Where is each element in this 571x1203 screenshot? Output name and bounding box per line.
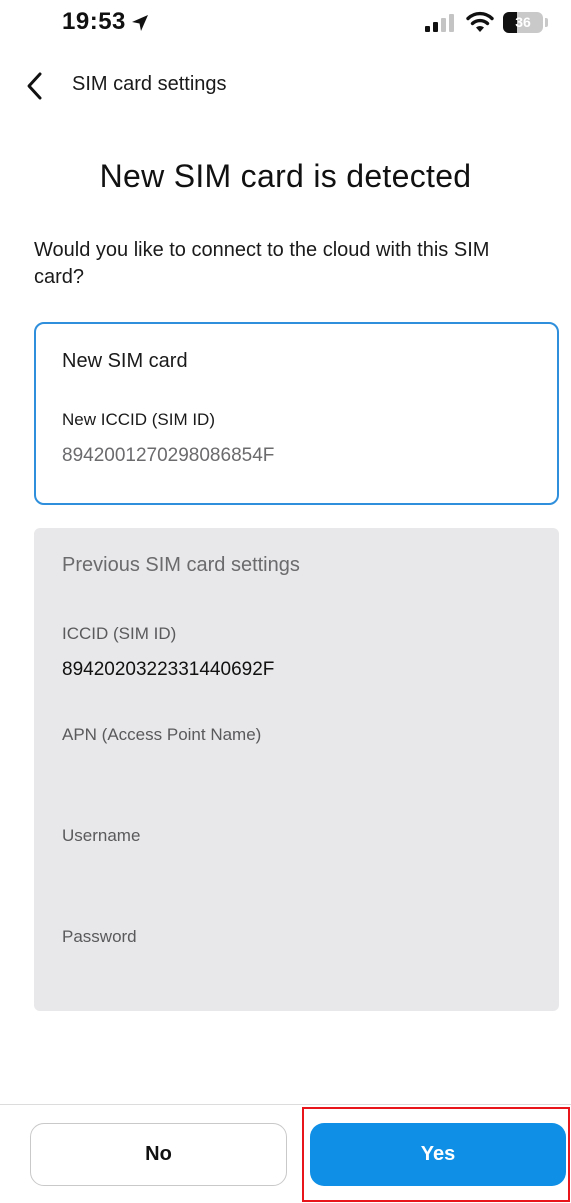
battery-tip [545,18,548,27]
previous-iccid-label: ICCID (SIM ID) [62,624,177,643]
header-title: SIM card settings [72,73,227,95]
username-label: Username [62,826,141,845]
apn-label: APN (Access Point Name) [62,725,262,744]
wifi-icon [466,11,494,32]
password-label: Password [62,927,137,946]
status-time: 19:53 [62,8,126,35]
back-button[interactable] [18,68,50,104]
previous-sim-settings-panel: Previous SIM card settings ICCID (SIM ID… [34,528,559,1011]
new-sim-card-title: New SIM card [62,350,188,372]
cellular-signal-icon [425,14,454,32]
sim-settings-screen: 19:53 36 SIM card settings New SIM card … [0,0,571,1203]
battery-level: 36 [515,14,531,30]
battery-icon: 36 [503,12,543,33]
new-iccid-value: 8942001270298086854F [62,445,275,466]
location-arrow-icon [132,15,148,31]
chevron-left-icon [27,72,42,100]
bottom-divider [0,1104,571,1105]
page-title: New SIM card is detected [99,158,472,194]
no-button[interactable]: No [30,1123,287,1186]
prompt-text: Would you like to connect to the cloud w… [34,239,490,288]
previous-settings-title: Previous SIM card settings [62,554,300,576]
previous-iccid-value: 8942020322331440692F [62,659,275,680]
status-bar: 19:53 36 [0,0,571,60]
new-iccid-label: New ICCID (SIM ID) [62,410,215,429]
yes-button[interactable]: Yes [310,1123,566,1186]
new-sim-card-panel: New SIM card New ICCID (SIM ID) 89420012… [34,322,559,505]
